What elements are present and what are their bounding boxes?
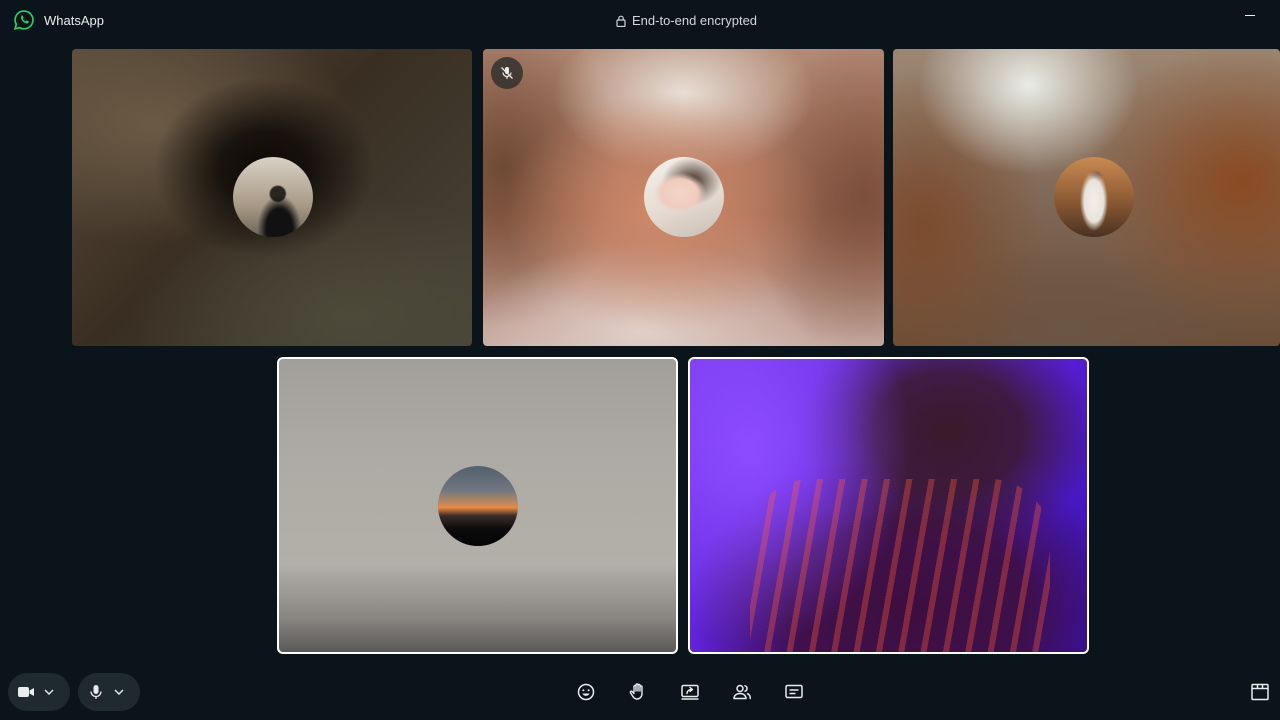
screen-share-icon [681, 684, 699, 700]
emoji-reaction-icon [577, 683, 595, 701]
participant-avatar [233, 157, 313, 237]
layout-button[interactable] [1248, 680, 1272, 704]
microphone-toggle-button[interactable] [78, 673, 114, 711]
participant-tile-3[interactable] [893, 49, 1280, 346]
layout-icon [1251, 683, 1269, 701]
microphone-options-button[interactable] [114, 673, 134, 711]
participants-button[interactable] [730, 680, 754, 704]
video-camera-icon [18, 687, 34, 697]
raise-hand-button[interactable] [626, 680, 650, 704]
app-title: WhatsApp [44, 13, 104, 28]
call-controls-bar [0, 662, 1280, 720]
captions-icon [785, 684, 803, 699]
chevron-down-icon [44, 689, 54, 695]
raise-hand-icon [629, 683, 643, 700]
captions-button[interactable] [782, 680, 806, 704]
share-screen-button[interactable] [678, 680, 702, 704]
participants-icon [733, 684, 752, 700]
camera-options-button[interactable] [44, 673, 64, 711]
reactions-button[interactable] [574, 680, 598, 704]
camera-toggle-button[interactable] [8, 673, 44, 711]
participant-tile-2[interactable] [483, 49, 884, 346]
participant-video-feed [750, 479, 1050, 652]
participant-tile-5-video[interactable] [688, 357, 1089, 654]
chevron-down-icon [114, 689, 124, 695]
microphone-icon [90, 685, 102, 699]
title-bar: WhatsApp End-to-end encrypted [0, 0, 1280, 40]
camera-control [8, 673, 70, 711]
participant-tile-1[interactable] [72, 49, 472, 346]
minimize-button[interactable] [1240, 4, 1262, 26]
mic-muted-icon [501, 67, 513, 79]
muted-badge [491, 57, 523, 89]
participant-avatar [438, 466, 518, 546]
whatsapp-logo-icon [13, 10, 34, 30]
encryption-status: End-to-end encrypted [616, 13, 757, 28]
microphone-control [78, 673, 140, 711]
participant-avatar [644, 157, 724, 237]
encryption-label: End-to-end encrypted [632, 13, 758, 28]
participant-avatar [1054, 157, 1134, 237]
participant-tile-4[interactable] [277, 357, 678, 654]
lock-icon [616, 15, 626, 27]
